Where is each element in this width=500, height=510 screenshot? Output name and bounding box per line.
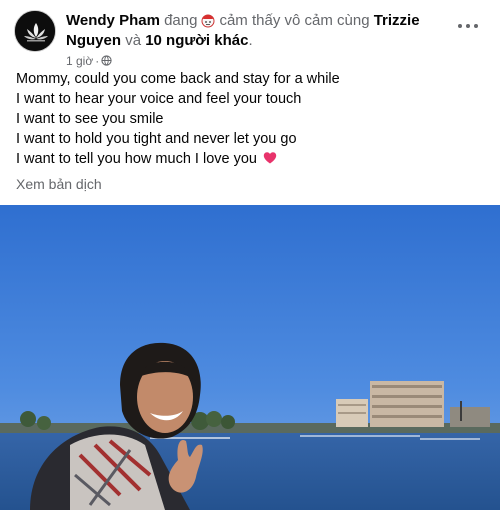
feeling-emoji-icon xyxy=(201,14,215,28)
post-meta: 1 giờ · xyxy=(66,54,112,68)
and-word: và xyxy=(125,32,142,49)
post-line-4: I want to hold you tight and never let y… xyxy=(16,131,297,147)
header-period: . xyxy=(248,32,253,49)
post-line-5-row: I want to tell you how much I love you xyxy=(16,149,486,169)
see-translation-link[interactable]: Xem bản dịch xyxy=(16,176,102,192)
post-photo[interactable] xyxy=(0,205,500,510)
tagged-others[interactable]: 10 người khác xyxy=(145,32,248,49)
post-line-2: I want to hear your voice and feel your … xyxy=(16,91,302,107)
post-line-5: I want to tell you how much I love you xyxy=(16,151,257,167)
meta-dot: · xyxy=(95,54,100,68)
feeling-prefix: đang xyxy=(164,12,198,29)
post-card: Wendy Pham đang cảm thấy vô cảm cùng Tri… xyxy=(0,0,500,510)
feeling-text: cảm thấy vô cảm cùng xyxy=(219,12,370,29)
post-message: Mommy, could you come back and stay for … xyxy=(16,69,486,169)
post-line-1: Mommy, could you come back and stay for … xyxy=(16,71,340,87)
author-name[interactable]: Wendy Pham xyxy=(66,12,160,29)
post-header-text: Wendy Pham đang cảm thấy vô cảm cùng Tri… xyxy=(66,11,446,51)
post-photo-image xyxy=(0,205,500,510)
post-line-3: I want to see you smile xyxy=(16,111,164,127)
more-options-button[interactable] xyxy=(452,14,484,38)
post-header: Wendy Pham đang cảm thấy vô cảm cùng Tri… xyxy=(14,10,490,68)
more-horizontal-icon xyxy=(458,24,462,28)
globe-icon[interactable] xyxy=(101,55,112,66)
post-time[interactable]: 1 giờ xyxy=(66,54,93,68)
heart-icon xyxy=(263,152,277,164)
lotus-logo-icon xyxy=(15,11,55,51)
author-avatar[interactable] xyxy=(14,10,56,52)
